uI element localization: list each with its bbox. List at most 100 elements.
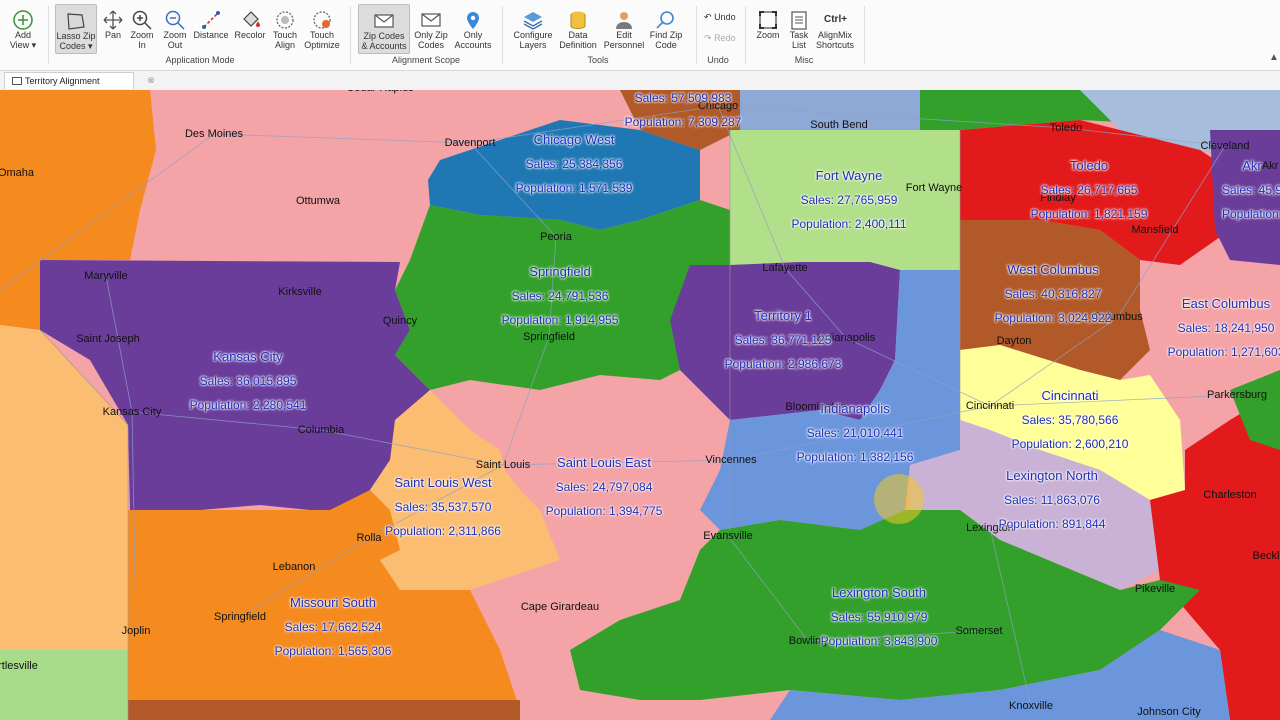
city-name: Knoxville <box>1008 700 1054 712</box>
territory-sales: Sales: 55,910,979 <box>830 610 928 624</box>
find-zip-code-button[interactable]: Find Zip Code <box>648 4 684 54</box>
city-name: Rolla <box>356 532 382 544</box>
city-name: Kansas City <box>102 406 162 418</box>
territory-sales: Sales: 45,9 <box>1221 183 1280 197</box>
group-label-application-mode: Application Mode <box>165 55 235 65</box>
zoom-out-icon <box>165 10 185 30</box>
city-label: Evansville <box>703 530 753 542</box>
separator <box>745 6 746 64</box>
territory-label[interactable]: West Columbus Sales: 40,316,827 Population… <box>995 258 1112 330</box>
distance-button[interactable]: Distance <box>193 4 229 54</box>
territory-sales: Sales: 36,015,895 <box>199 374 297 388</box>
add-view-button[interactable]: Add View ▾ <box>4 4 42 54</box>
tab-label: Territory Alignment <box>25 76 100 86</box>
territory-sales: Sales: 36,771,125 <box>734 333 832 347</box>
ctrl-plus-icon: Ctrl+ <box>824 14 848 25</box>
territory-pop: Population: 7,309,287 <box>624 115 742 129</box>
territory-map[interactable]: Cedar Rapids Des Moines Davenport Ottumwa Om… <box>0 90 1280 720</box>
only-accounts-button[interactable]: Only Accounts <box>454 4 492 54</box>
territory-label[interactable]: East Columbus Sales: 18,241,950 Population… <box>1168 292 1280 364</box>
city-label: Davenport <box>445 137 496 149</box>
edit-personnel-button[interactable]: Edit Personnel <box>603 4 645 54</box>
territory-label[interactable]: Akr Sales: 45,9 Population: <box>1222 154 1280 226</box>
territory-name: Chicago West <box>533 132 615 147</box>
cursor-highlight <box>874 474 924 524</box>
city-name: Lebanon <box>272 561 316 573</box>
territory-sales: Sales: 18,241,950 <box>1177 321 1275 335</box>
city-name: Lafayette <box>762 262 808 274</box>
city-name: Des Moines <box>184 128 244 140</box>
city-label: Lafayette <box>762 262 807 274</box>
territory-label[interactable]: Fort Wayne Sales: 27,765,959 Population: 2… <box>792 164 907 236</box>
only-zip-codes-button[interactable]: Only Zip Codes <box>414 4 448 54</box>
task-list-button[interactable]: Task List <box>786 4 812 54</box>
touch-optimize-icon <box>313 11 331 29</box>
close-tab-icon[interactable]: ⊗ <box>146 75 156 85</box>
touch-optimize-button[interactable]: Touch Optimize <box>303 4 341 54</box>
territory-pop: Population: 3,843,900 <box>820 634 938 648</box>
territory-label[interactable]: Toledo Sales: 26,717,665 Population: 1,821… <box>1031 154 1148 226</box>
paint-bucket-icon <box>243 11 260 27</box>
territory-pop: Population: 2,600,210 <box>1011 437 1129 451</box>
territory-sales: Sales: 25,384,356 <box>525 157 623 171</box>
ribbon-collapse-icon[interactable]: ▲ <box>1268 0 1280 70</box>
territory-label[interactable]: Sales: 57,509,983 Population: 7,309,287 <box>625 90 742 134</box>
territory-label[interactable]: Saint Louis East Sales: 24,797,084 Populat… <box>546 451 663 523</box>
touch-align-button[interactable]: Touch Align <box>270 4 300 54</box>
territory-label[interactable]: Missouri South Sales: 17,662,524 Populatio… <box>275 591 392 663</box>
territory-label[interactable]: Territory 1 Sales: 36,771,125 Population: … <box>725 304 842 376</box>
territory-sales: Sales: 17,662,524 <box>284 620 382 634</box>
territory-sales: Sales: 27,765,959 <box>800 193 898 207</box>
lasso-icon <box>67 13 85 30</box>
territory-label[interactable]: Lexington North Sales: 11,863,076 Populati… <box>999 464 1106 536</box>
territory-name: Saint Louis East <box>557 455 651 470</box>
zip-codes-and-accounts-button[interactable]: Zip Codes & Accounts <box>358 4 410 54</box>
territory-name: Missouri South <box>290 595 376 610</box>
recolor-button[interactable]: Recolor <box>233 4 267 54</box>
pan-button[interactable]: Pan <box>100 4 126 54</box>
zoom-in-button[interactable]: Zoom In <box>128 4 156 54</box>
territory-name: Lexington North <box>1006 468 1098 483</box>
territory-sales: Sales: 26,717,665 <box>1040 183 1138 197</box>
city-label: Cincinnati <box>966 400 1014 412</box>
territory-label[interactable]: Saint Louis West Sales: 35,537,570 Populat… <box>385 471 501 543</box>
map-icon <box>12 77 22 85</box>
city-label: Cape Girardeau <box>521 601 599 613</box>
undo-arrow-icon: ↶ <box>704 12 712 22</box>
configure-layers-label: Configure Layers <box>513 30 553 50</box>
lasso-zip-codes-button[interactable]: Lasso Zip Codes ▾ <box>55 4 97 54</box>
tab-territory-alignment[interactable]: Territory Alignment <box>4 72 134 89</box>
territory-pop: Population: 1,571,539 <box>515 181 633 195</box>
city-name: Omaha <box>0 167 35 179</box>
city-label: rtlesville <box>0 660 38 672</box>
zoom-button[interactable]: Zoom <box>754 4 782 54</box>
city-label: Somerset <box>955 625 1002 637</box>
configure-layers-button[interactable]: Configure Layers <box>512 4 554 54</box>
zoom-out-button[interactable]: Zoom Out <box>160 4 190 54</box>
territory-name: Indianapolis <box>820 401 890 416</box>
region-south-brown <box>128 700 520 720</box>
zoom-label: Zoom <box>756 30 780 40</box>
city-name: Springfield <box>214 611 266 623</box>
territory-label[interactable]: Lexington South Sales: 55,910,979 Populati… <box>821 581 938 653</box>
city-label: Beckl <box>1253 550 1280 562</box>
alignmix-shortcuts-button[interactable]: Ctrl+ AlignMix Shortcuts <box>816 4 854 54</box>
undo-button[interactable]: ↶ Undo <box>704 12 736 23</box>
zip-codes-and-accounts-label: Zip Codes & Accounts <box>361 31 407 51</box>
pin-icon <box>467 12 479 29</box>
territory-label[interactable]: Indianapolis Sales: 21,010,441 Population:… <box>797 397 914 469</box>
city-label: Pikeville <box>1135 583 1175 595</box>
territory-label[interactable]: Cincinnati Sales: 35,780,566 Population: 2… <box>1012 384 1129 456</box>
touch-align-icon <box>276 11 294 29</box>
city-label: Saint Louis <box>476 459 530 471</box>
territory-label[interactable]: Chicago West Sales: 25,384,356 Population:… <box>516 128 633 200</box>
territory-name: Kansas City <box>213 349 283 364</box>
data-definition-button[interactable]: Data Definition <box>558 4 598 54</box>
city-name: Parkersburg <box>1207 389 1267 401</box>
city-name: Maryville <box>84 270 128 282</box>
envelope-icon <box>374 14 394 28</box>
territory-label[interactable]: Kansas City Sales: 36,015,895 Population: … <box>190 345 307 417</box>
redo-button[interactable]: ↷ Redo <box>704 33 736 44</box>
city-label: Cedar Rapids <box>346 90 413 94</box>
territory-label[interactable]: Springfield Sales: 24,791,536 Population: … <box>502 260 619 332</box>
